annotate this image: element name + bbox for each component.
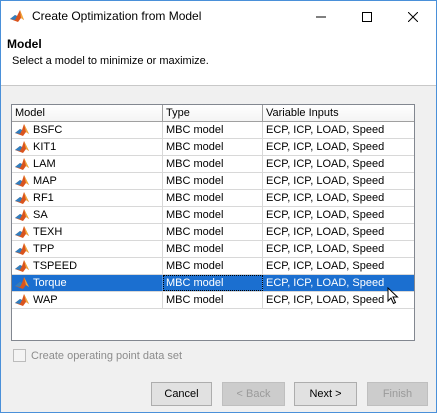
cell-model[interactable]: LAM xyxy=(12,156,163,172)
matlab-model-icon xyxy=(15,226,29,238)
mouse-cursor-icon xyxy=(387,287,399,305)
cell-model[interactable]: TEXH xyxy=(12,224,163,240)
cell-type[interactable]: MBC model xyxy=(163,207,263,223)
table-row[interactable]: TEXH MBC model ECP, ICP, LOAD, Speed xyxy=(12,224,414,241)
matlab-model-icon xyxy=(15,277,29,289)
cell-type[interactable]: MBC model xyxy=(163,190,263,206)
cell-type[interactable]: MBC model xyxy=(163,139,263,155)
cell-model[interactable]: RF1 xyxy=(12,190,163,206)
cell-model[interactable]: TPP xyxy=(12,241,163,257)
cell-model[interactable]: Torque xyxy=(12,275,163,291)
cell-type[interactable]: MBC model xyxy=(163,241,263,257)
table-row[interactable]: KIT1 MBC model ECP, ICP, LOAD, Speed xyxy=(12,139,414,156)
table-row[interactable]: TPP MBC model ECP, ICP, LOAD, Speed xyxy=(12,241,414,258)
model-name: TPP xyxy=(33,243,55,255)
cell-type[interactable]: MBC model xyxy=(163,224,263,240)
model-name: KIT1 xyxy=(33,141,57,153)
table-row[interactable]: TSPEED MBC model ECP, ICP, LOAD, Speed xyxy=(12,258,414,275)
cell-type[interactable]: MBC model xyxy=(163,122,263,138)
table-row[interactable]: RF1 MBC model ECP, ICP, LOAD, Speed xyxy=(12,190,414,207)
model-name: LAM xyxy=(33,158,56,170)
table-row[interactable]: SA MBC model ECP, ICP, LOAD, Speed xyxy=(12,207,414,224)
column-header-model[interactable]: Model xyxy=(12,105,163,121)
wizard-header: Model Select a model to minimize or maxi… xyxy=(1,32,436,85)
cancel-button[interactable]: Cancel xyxy=(151,382,212,406)
cell-variable-inputs[interactable]: ECP, ICP, LOAD, Speed xyxy=(263,241,414,257)
column-header-type[interactable]: Type xyxy=(163,105,263,121)
header-separator xyxy=(1,85,436,86)
maximize-icon xyxy=(362,11,372,22)
next-button[interactable]: Next > xyxy=(294,382,357,406)
cell-model[interactable]: MAP xyxy=(12,173,163,189)
matlab-app-icon xyxy=(10,10,24,22)
cell-variable-inputs[interactable]: ECP, ICP, LOAD, Speed xyxy=(263,156,414,172)
close-button[interactable] xyxy=(390,1,436,32)
cell-variable-inputs[interactable]: ECP, ICP, LOAD, Speed xyxy=(263,173,414,189)
table-row[interactable]: BSFC MBC model ECP, ICP, LOAD, Speed xyxy=(12,122,414,139)
cell-model[interactable]: BSFC xyxy=(12,122,163,138)
matlab-model-icon xyxy=(15,243,29,255)
title-bar[interactable]: Create Optimization from Model xyxy=(1,1,436,32)
operating-point-option: Create operating point data set xyxy=(13,349,182,362)
table-body: BSFC MBC model ECP, ICP, LOAD, Speed KIT1 MB… xyxy=(12,122,414,309)
matlab-model-icon xyxy=(15,158,29,170)
table-header: Model Type Variable Inputs xyxy=(12,105,414,122)
section-description: Select a model to minimize or maximize. xyxy=(12,55,209,67)
window-title: Create Optimization from Model xyxy=(32,9,202,23)
maximize-button[interactable] xyxy=(344,1,390,32)
model-name: WAP xyxy=(33,294,58,306)
matlab-model-icon xyxy=(15,124,29,136)
cell-model[interactable]: SA xyxy=(12,207,163,223)
matlab-model-icon xyxy=(15,209,29,221)
matlab-model-icon xyxy=(15,192,29,204)
dialog-window: Create Optimization from Model Model Sel… xyxy=(0,0,437,413)
matlab-model-icon xyxy=(15,260,29,272)
cell-type[interactable]: MBC model xyxy=(163,292,263,308)
table-row[interactable]: MAP MBC model ECP, ICP, LOAD, Speed xyxy=(12,173,414,190)
cell-type[interactable]: MBC model xyxy=(163,156,263,172)
matlab-model-icon xyxy=(15,141,29,153)
matlab-model-icon xyxy=(15,294,29,306)
section-title: Model xyxy=(7,37,42,51)
operating-point-label: Create operating point data set xyxy=(31,349,183,362)
table-row[interactable]: Torque MBC model ECP, ICP, LOAD, Speed xyxy=(12,275,414,292)
minimize-button[interactable] xyxy=(298,1,344,32)
cell-type[interactable]: MBC model xyxy=(163,173,263,189)
cell-model[interactable]: KIT1 xyxy=(12,139,163,155)
cell-variable-inputs[interactable]: ECP, ICP, LOAD, Speed xyxy=(263,224,414,240)
cell-variable-inputs[interactable]: ECP, ICP, LOAD, Speed xyxy=(263,207,414,223)
back-button[interactable]: < Back xyxy=(222,382,285,406)
model-name: BSFC xyxy=(33,124,63,136)
model-name: Torque xyxy=(33,277,67,289)
matlab-model-icon xyxy=(15,175,29,187)
model-name: TSPEED xyxy=(33,260,78,272)
model-name: MAP xyxy=(33,175,57,187)
operating-point-checkbox[interactable] xyxy=(13,349,26,362)
cell-variable-inputs[interactable]: ECP, ICP, LOAD, Speed xyxy=(263,258,414,274)
minimize-icon xyxy=(316,16,326,17)
cell-type[interactable]: MBC model xyxy=(163,275,263,291)
model-name: RF1 xyxy=(33,192,54,204)
table-row[interactable]: WAP MBC model ECP, ICP, LOAD, Speed xyxy=(12,292,414,309)
finish-button[interactable]: Finish xyxy=(367,382,428,406)
cell-model[interactable]: WAP xyxy=(12,292,163,308)
cell-model[interactable]: TSPEED xyxy=(12,258,163,274)
model-name: SA xyxy=(33,209,48,221)
cell-type[interactable]: MBC model xyxy=(163,258,263,274)
column-header-variable-inputs[interactable]: Variable Inputs xyxy=(263,105,414,121)
close-icon xyxy=(408,11,418,22)
cell-variable-inputs[interactable]: ECP, ICP, LOAD, Speed xyxy=(263,190,414,206)
model-name: TEXH xyxy=(33,226,63,238)
table-row[interactable]: LAM MBC model ECP, ICP, LOAD, Speed xyxy=(12,156,414,173)
cell-variable-inputs[interactable]: ECP, ICP, LOAD, Speed xyxy=(263,122,414,138)
model-table[interactable]: Model Type Variable Inputs BSFC MBC model… xyxy=(11,104,415,341)
cell-variable-inputs[interactable]: ECP, ICP, LOAD, Speed xyxy=(263,139,414,155)
